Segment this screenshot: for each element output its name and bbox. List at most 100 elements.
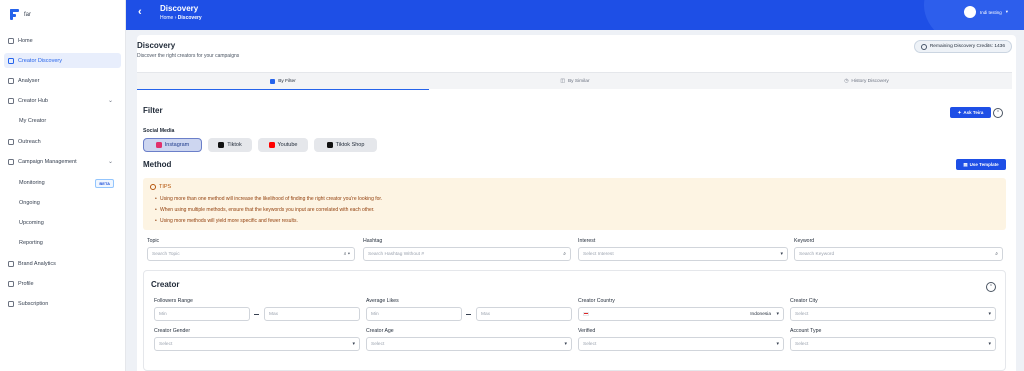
social-tiktok-button[interactable]: Tiktok [208,138,252,152]
likes-max-input[interactable]: Max [476,307,572,321]
tips-box: TIPS Using more than one method will inc… [143,178,1006,230]
indonesia-flag-icon [583,312,589,316]
tab-by-filter[interactable]: By Filter [137,73,429,90]
sidebar-item-campaign-management[interactable]: Campaign Management ⌄ [4,154,121,169]
placeholder: Select [795,311,809,317]
account-type-select[interactable]: Select ▾ [790,337,996,351]
topic-search-input[interactable]: Search Topic ⌕ ▾ [147,247,355,261]
button-label: Tiktok [227,142,242,148]
sidebar-item-creator-hub[interactable]: Creator Hub ⌄ [4,93,121,108]
placeholder: Search Topic [152,251,180,257]
interest-label: Interest [578,238,596,244]
sidebar-item-label: Creator Hub [18,97,48,104]
chevron-down-icon: ▾ [780,251,783,257]
followers-min-input[interactable]: Min [154,307,250,321]
sidebar-item-label: Monitoring [19,179,45,186]
creator-gender-select[interactable]: Select ▾ [154,337,360,351]
sidebar-item-profile[interactable]: Profile [4,276,121,291]
chevron-down-icon: ▾ [988,311,991,317]
sidebar-item-analyser[interactable]: Analyser [4,73,121,88]
chevron-down-icon: ⌄ [107,98,113,104]
ask-teira-button[interactable]: ✦ Ask Teira [950,107,991,118]
verified-label: Verified [578,328,596,334]
top-header: ‹ Discovery Home › Discovery Indi testin… [126,0,1024,30]
social-instagram-button[interactable]: Instagram [143,138,202,152]
template-icon: ▤ [963,161,968,167]
likes-min-input[interactable]: Min [366,307,462,321]
sidebar-item-my-creator[interactable]: My Creator [4,113,121,128]
app-logo[interactable]: far [9,9,31,20]
sidebar-item-label: My Creator [19,117,47,124]
page-title: Discovery [137,41,176,50]
creator-country-select[interactable]: Indonesia ▾ [578,307,784,321]
button-label: Tiktok Shop [335,142,365,148]
sidebar-item-reporting[interactable]: Reporting [4,235,121,250]
placeholder: Select Interest [583,251,614,257]
search-icon: ⌕ ▾ [343,251,350,257]
sidebar-item-home[interactable]: Home [4,33,121,48]
average-likes-label: Average Likes [366,298,399,304]
use-template-button[interactable]: ▤ Use Template [956,159,1006,170]
social-tiktok-shop-button[interactable]: Tiktok Shop [314,138,377,152]
collapse-creator-icon[interactable]: ⌃ [986,282,996,292]
chevron-down-icon: ▾ [776,311,779,317]
hashtag-search-input[interactable]: Search Hashtag Without # ⌕ [363,247,571,261]
social-youtube-button[interactable]: Youtube [258,138,308,152]
sidebar-item-ongoing[interactable]: Ongoing [4,195,121,210]
user-menu[interactable]: Indi testing ▾ [963,6,1008,18]
creator-hub-icon [8,97,14,104]
subscription-icon [8,300,14,307]
discovery-tabs: By Filter ◫ By Similar ◷ History Discovery [137,72,1012,90]
logo-icon [9,9,20,20]
placeholder: Select [159,341,173,347]
tip-item: Using more methods will yield more speci… [155,218,298,224]
breadcrumb: Home › Discovery [160,15,202,21]
chevron-down-icon: ▾ [564,341,567,347]
instagram-icon [155,142,162,148]
sidebar-item-label: Profile [18,280,34,287]
placeholder: Search Keyword [799,251,835,257]
breadcrumb-home[interactable]: Home [160,15,173,21]
sidebar-item-monitoring[interactable]: Monitoring BETA [4,175,121,190]
brand-analytics-icon [8,260,14,267]
search-icon: ⌕ [995,251,998,257]
keyword-label: Keyword [794,238,815,244]
tab-by-similar[interactable]: ◫ By Similar [429,73,721,90]
button-label: Instagram [164,142,190,148]
verified-select[interactable]: Select ▾ [578,337,784,351]
sidebar-item-label: Ongoing [19,199,40,206]
creator-city-select[interactable]: Select ▾ [790,307,996,321]
sidebar-item-label: Home [18,37,33,44]
method-title: Method [143,160,172,169]
sidebar-item-subscription[interactable]: Subscription [4,296,121,311]
tab-history-discovery[interactable]: ◷ History Discovery [721,73,1012,90]
header-title: Discovery [160,4,199,13]
analyser-icon [8,77,14,84]
collapse-filter-icon[interactable]: ⌃ [993,108,1003,118]
hashtag-label: Hashtag [363,238,383,244]
placeholder: Min [159,311,167,317]
discovery-icon [8,57,14,64]
campaign-icon [8,158,14,165]
sidebar-item-creator-discovery[interactable]: Creator Discovery [4,53,121,68]
back-arrow-icon[interactable]: ‹ [138,6,142,18]
sidebar-item-outreach[interactable]: Outreach [4,134,121,149]
button-label: Use Template [969,162,999,167]
creator-country-label: Creator Country [578,298,615,304]
avatar [963,6,976,18]
placeholder: Select [795,341,809,347]
search-icon: ⌕ [563,251,566,257]
sidebar-item-label: Subscription [18,300,49,307]
followers-max-input[interactable]: Max [264,307,360,321]
sidebar-item-brand-analytics[interactable]: Brand Analytics [4,256,121,271]
placeholder: Select [371,341,385,347]
creator-gender-label: Creator Gender [154,328,191,334]
keyword-search-input[interactable]: Search Keyword ⌕ [794,247,1003,261]
interest-select[interactable]: Select Interest ▾ [578,247,788,261]
sidebar-item-label: Outreach [18,138,41,145]
user-name: Indi testing [979,9,1002,15]
chevron-down-icon: ⌄ [107,159,113,165]
sidebar-item-upcoming[interactable]: Upcoming [4,215,121,230]
creator-age-select[interactable]: Select ▾ [366,337,572,351]
tiktok-shop-icon [326,142,333,148]
